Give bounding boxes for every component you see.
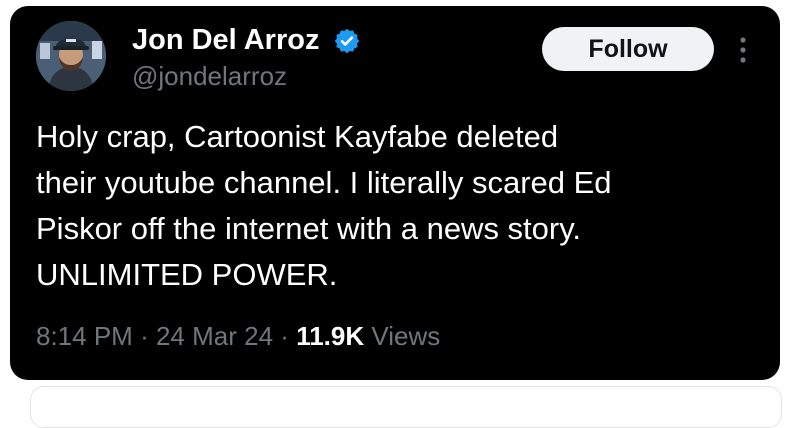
views-count[interactable]: 11.9K xyxy=(296,321,364,351)
follow-button[interactable]: Follow xyxy=(542,27,714,71)
tweet-time[interactable]: 8:14 PM xyxy=(36,321,133,351)
tweet-date[interactable]: 24 Mar 24 xyxy=(156,321,273,351)
avatar[interactable] xyxy=(36,21,106,91)
tweet-meta: 8:14 PM · 24 Mar 24 · 11.9K Views xyxy=(36,320,440,352)
views-label: Views xyxy=(371,321,441,351)
more-vertical-icon[interactable] xyxy=(736,36,750,64)
next-tweet-card xyxy=(30,386,782,428)
meta-separator: · xyxy=(280,321,289,351)
meta-separator: · xyxy=(140,321,149,351)
avatar-image xyxy=(36,21,106,91)
tweet-card: Jon Del Arroz @jondelarroz Follow Holy c… xyxy=(10,6,780,380)
verified-badge-icon xyxy=(334,28,360,54)
tweet-text: Holy crap, Cartoonist Kayfabe deleted th… xyxy=(36,119,612,292)
author-display-name[interactable]: Jon Del Arroz xyxy=(132,23,319,57)
author-handle[interactable]: @jondelarroz xyxy=(132,60,287,92)
